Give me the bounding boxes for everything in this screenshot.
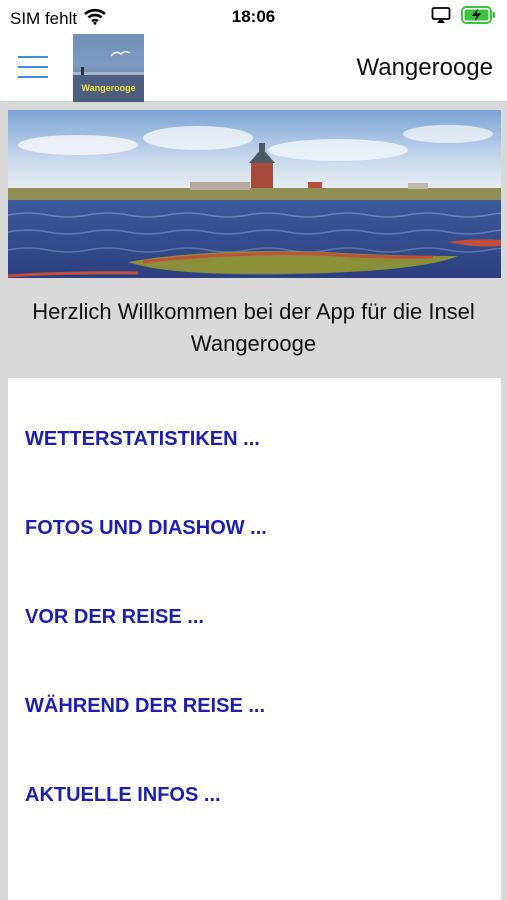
menu-item-waehrend-der-reise[interactable]: WÄHREND DER REISE ... [25, 695, 265, 718]
battery-charging-icon [461, 6, 497, 29]
menu-item-aktuelle-infos[interactable]: AKTUELLE INFOS ... [25, 784, 221, 807]
app-logo: Wangerooge [73, 34, 144, 102]
logo-text: Wangerooge [81, 83, 136, 93]
app-header: Wangerooge Wangerooge [0, 34, 507, 102]
hamburger-menu-icon[interactable] [18, 52, 48, 82]
welcome-text: Herzlich Willkommen bei der App für die … [32, 299, 475, 356]
menu-item-fotos-und-diashow[interactable]: FOTOS UND DIASHOW ... [25, 517, 267, 540]
status-right [431, 6, 497, 29]
menu-item-wetterstatistiken[interactable]: WETTERSTATISTIKEN ... [25, 428, 260, 451]
main-menu: WETTERSTATISTIKEN ... FOTOS UND DIASHOW … [8, 378, 501, 900]
hero-image [8, 110, 501, 278]
screen-mirroring-icon [431, 6, 451, 29]
status-bar: SIM fehlt 18:06 [0, 0, 507, 34]
page-title: Wangerooge [356, 54, 493, 81]
menu-item-vor-der-reise[interactable]: VOR DER REISE ... [25, 606, 204, 629]
